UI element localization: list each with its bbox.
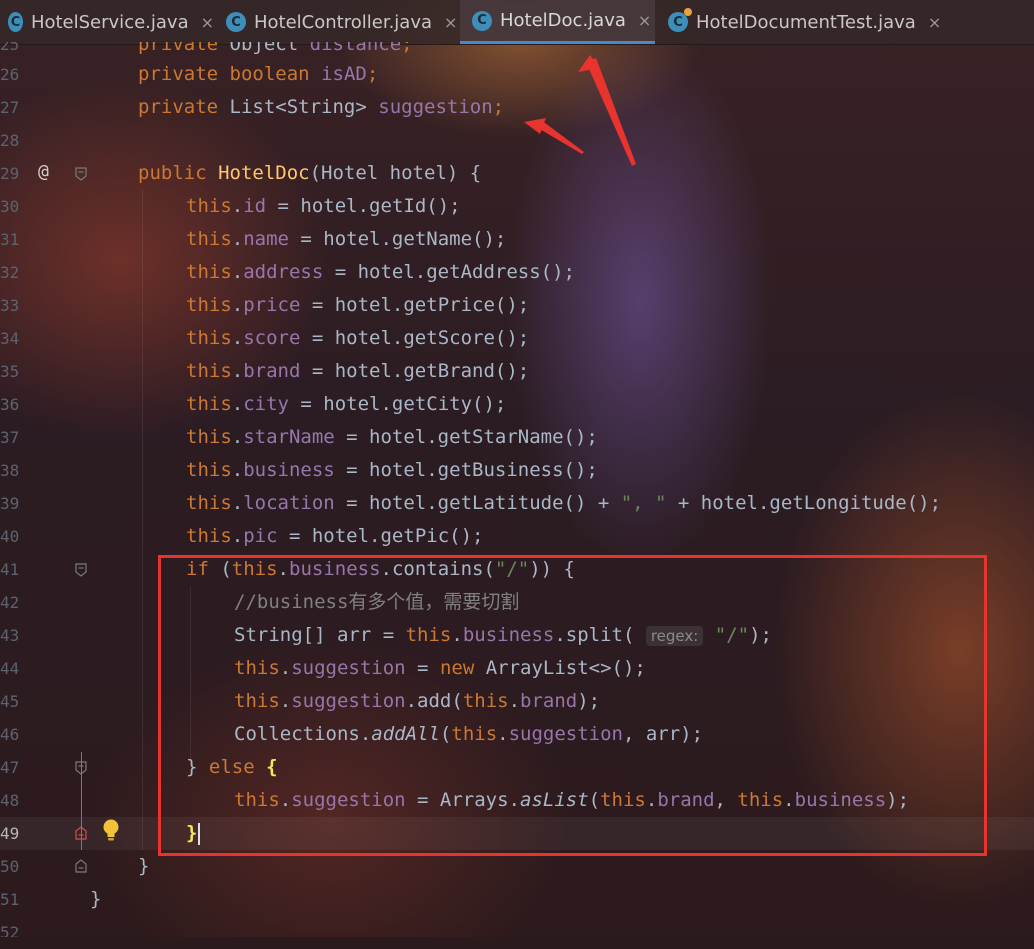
class-icon: C (472, 10, 492, 31)
line-number: 52 (0, 923, 20, 942)
code-line-26: private boolean isAD; (138, 63, 379, 85)
line-number: 48 (0, 791, 20, 810)
class-icon: C (226, 12, 246, 32)
line-number: 34 (0, 329, 20, 348)
line-number: 36 (0, 395, 20, 414)
code-line-51: } (90, 888, 102, 910)
code-line-36: this.city = hotel.getCity(); (186, 393, 507, 415)
line-number: 35 (0, 362, 20, 381)
tab-hoteldocumenttest[interactable]: C HotelDocumentTest.java × (662, 0, 942, 44)
close-icon[interactable]: × (444, 13, 457, 32)
tab-hotelcontroller[interactable]: C HotelController.java × (222, 0, 458, 44)
line-number: 38 (0, 461, 20, 480)
fold-icon[interactable] (75, 167, 87, 181)
line-number: 43 (0, 626, 20, 645)
tab-label: HotelService.java (30, 11, 189, 33)
close-icon[interactable]: × (638, 11, 651, 30)
code-line-39: this.location = hotel.getLatitude() + ",… (186, 492, 942, 514)
line-number: 40 (0, 527, 20, 546)
fold-end-icon[interactable] (75, 859, 87, 873)
override-marker-icon[interactable]: @ (38, 161, 49, 182)
line-number: 51 (0, 890, 20, 909)
code-line-27: private List<String> suggestion; (138, 96, 505, 118)
editor-tab-bar: C HotelService.java × C HotelController.… (0, 0, 1034, 45)
line-number: 46 (0, 725, 20, 744)
line-number: 26 (0, 65, 20, 84)
code-line-37: this.starName = hotel.getStarName(); (186, 426, 598, 448)
line-number-current: 49 (0, 824, 20, 843)
line-number: 47 (0, 758, 20, 777)
fold-guide (81, 752, 82, 850)
code-line-50: } (138, 855, 150, 877)
code-line-33: this.price = hotel.getPrice(); (186, 294, 530, 316)
line-number: 32 (0, 263, 20, 282)
line-number: 27 (0, 98, 20, 117)
code-line-29: public HotelDoc(Hotel hotel) { (138, 162, 482, 184)
line-number: 39 (0, 494, 20, 513)
code-line-34: this.score = hotel.getScore(); (186, 327, 530, 349)
tab-hoteldoc[interactable]: C HotelDoc.java × (460, 0, 655, 44)
line-number: 45 (0, 692, 20, 711)
fold-icon[interactable] (75, 563, 87, 577)
annotation-highlight-box (158, 555, 987, 856)
class-icon: C (8, 12, 23, 32)
code-line-31: this.name = hotel.getName(); (186, 228, 507, 250)
code-line-38: this.business = hotel.getBusiness(); (186, 459, 598, 481)
line-number: 41 (0, 560, 20, 579)
tab-label: HotelDoc.java (500, 10, 626, 31)
line-number: 29 (0, 164, 20, 183)
code-line-40: this.pic = hotel.getPic(); (186, 525, 484, 547)
line-number: 31 (0, 230, 20, 249)
lightbulb-icon[interactable] (101, 818, 121, 842)
code-line-32: this.address = hotel.getAddress(); (186, 261, 575, 283)
line-number: 28 (0, 131, 20, 150)
line-number: 30 (0, 197, 20, 216)
line-number: 50 (0, 857, 20, 876)
line-number: 44 (0, 659, 20, 678)
indent-guide (142, 190, 143, 850)
tab-label: HotelDocumentTest.java (696, 11, 916, 33)
code-line-30: this.id = hotel.getId(); (186, 195, 461, 217)
code-line-35: this.brand = hotel.getBrand(); (186, 360, 530, 382)
tab-label: HotelController.java (254, 11, 433, 33)
line-number: 42 (0, 593, 20, 612)
test-class-icon: C (668, 8, 692, 32)
close-icon[interactable]: × (928, 13, 941, 32)
line-number: 33 (0, 296, 20, 315)
close-icon[interactable]: × (201, 13, 214, 32)
line-number: 37 (0, 428, 20, 447)
tab-hotelservice[interactable]: C HotelService.java × (6, 0, 214, 44)
